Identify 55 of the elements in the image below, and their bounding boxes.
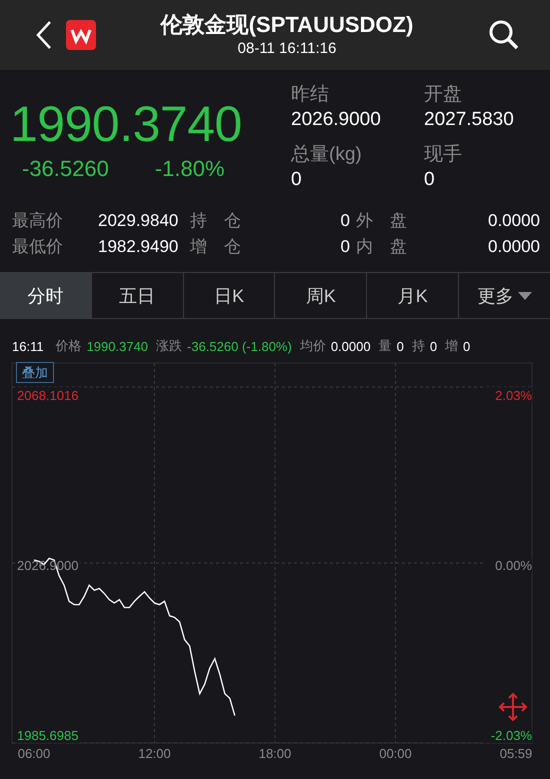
back-icon[interactable] [36, 20, 52, 50]
detail-value: 0 [340, 210, 350, 232]
overlay-button[interactable]: 叠加 [16, 362, 54, 383]
detail-value: 0 [340, 236, 350, 258]
detail-value: 0.0000 [487, 236, 540, 258]
move-arrows-icon[interactable] [498, 692, 528, 722]
change-percent: -1.80% [154, 156, 225, 182]
detail-value: 0.0000 [487, 210, 540, 232]
stat-value: 0 [424, 168, 436, 192]
info-label: 量 [378, 337, 392, 355]
axis-label: 00:00 [379, 746, 412, 761]
price-change: -36.5260 [22, 156, 109, 182]
axis-label: 12:00 [138, 746, 171, 761]
last-price: 1990.3740 [10, 95, 243, 154]
stat-value: 2027.5830 [424, 108, 515, 132]
update-time: 08-11 16:11:16 [238, 39, 336, 59]
stat-label: 现手 [424, 143, 463, 167]
info-value: 0 [430, 338, 438, 354]
info-value: 0.0000 [330, 338, 371, 354]
detail-label: 最高价 [12, 210, 64, 232]
stat-label: 昨结 [291, 83, 330, 107]
percent-label: 2.03% [495, 388, 532, 403]
app-logo-icon [66, 20, 96, 50]
period-tab[interactable]: 分时 [0, 273, 92, 318]
axis-label: 06:00 [18, 746, 50, 761]
axis-label: 2068.1016 [17, 388, 78, 403]
detail-label: 持 仓 [190, 210, 242, 232]
info-value: 1990.3740 [86, 338, 148, 354]
search-icon[interactable] [488, 19, 520, 51]
info-value: -36.5260 (-1.80%) [187, 338, 292, 354]
detail-value: 1982.9490 [98, 236, 180, 258]
stat-value: 0 [291, 168, 303, 192]
current-time: 16:11 [12, 338, 44, 354]
axis-label: 18:00 [258, 746, 292, 761]
info-label: 均价 [300, 337, 326, 355]
stat-label: 开盘 [424, 83, 463, 107]
axis-label: 05:59 [500, 746, 532, 761]
info-label: 持 [412, 337, 425, 355]
stat-label: 总量(kg) [291, 143, 363, 167]
info-value: 0 [463, 338, 470, 354]
info-value: 0 [396, 338, 404, 354]
detail-label: 外 盘 [356, 210, 408, 232]
detail-value: 2029.9840 [98, 210, 180, 232]
stat-value: 2026.9000 [291, 108, 382, 132]
caret-icon [518, 292, 532, 300]
detail-label: 最低价 [12, 236, 64, 258]
window-title: 伦敦金现(SPTAUUSDOZ) [160, 11, 414, 39]
percent-label: -2.03% [490, 728, 532, 743]
info-label: 增 [445, 337, 458, 355]
detail-label: 增 仓 [190, 236, 242, 258]
info-label: 价格 [56, 337, 82, 355]
percent-label: 0.00% [495, 558, 532, 573]
info-label: 涨跌 [156, 337, 182, 355]
detail-label: 内 盘 [356, 236, 408, 258]
axis-label: 1985.6985 [17, 728, 78, 743]
